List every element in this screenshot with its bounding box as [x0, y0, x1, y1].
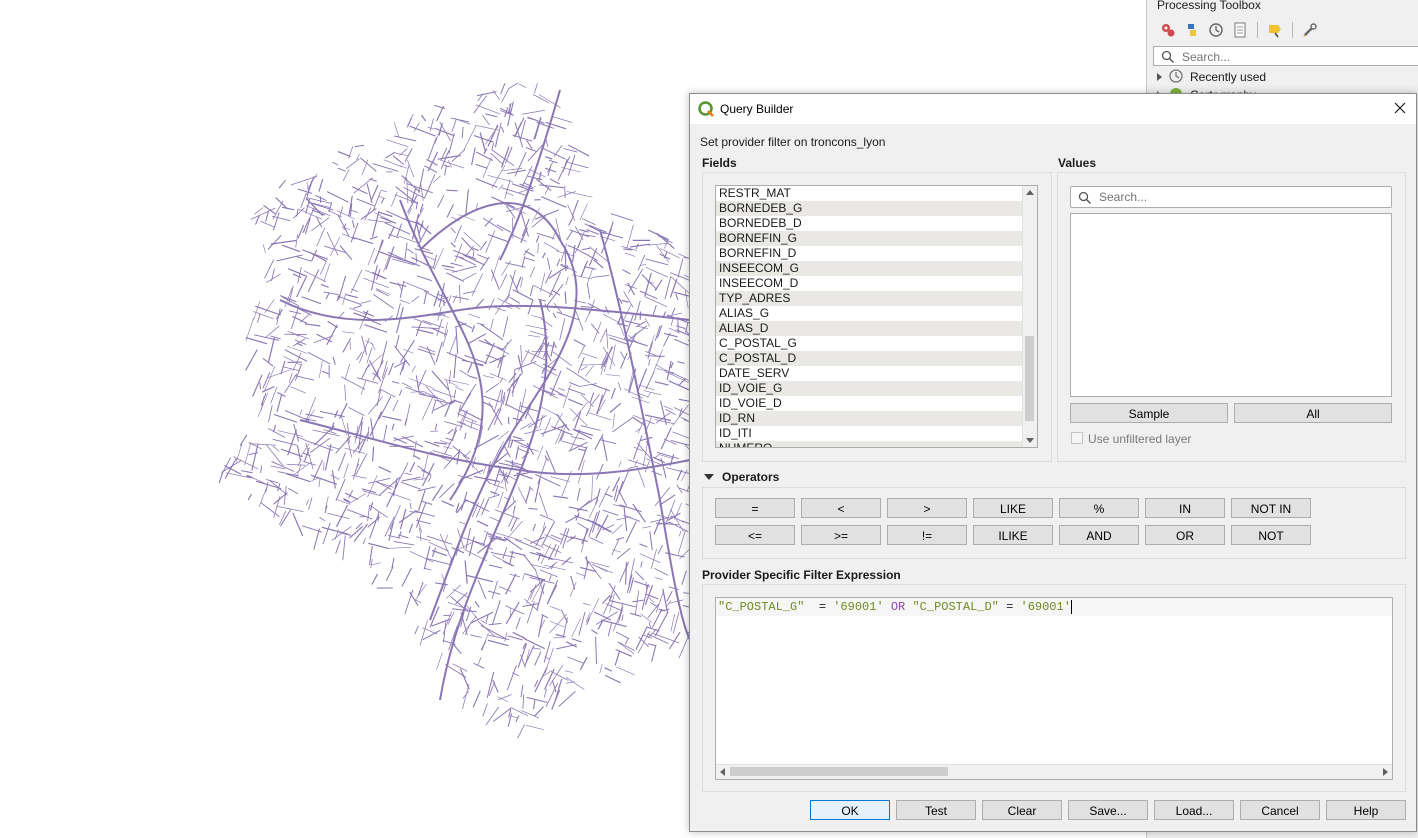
- field-list-item[interactable]: BORNEFIN_G: [716, 231, 1037, 246]
- toolbox-toolbar: [1159, 20, 1319, 40]
- load-button[interactable]: Load...: [1154, 800, 1234, 820]
- field-token: "C_POSTAL_D": [912, 600, 999, 614]
- use-unfiltered-label: Use unfiltered layer: [1088, 432, 1192, 446]
- use-unfiltered-checkbox[interactable]: [1071, 432, 1083, 444]
- operator-not-equal-button[interactable]: !=: [887, 525, 967, 545]
- clear-button[interactable]: Clear: [982, 800, 1062, 820]
- field-token: "C_POSTAL_G": [718, 600, 805, 614]
- value-token: '69001': [1020, 600, 1071, 614]
- operator-like-button[interactable]: LIKE: [973, 498, 1053, 518]
- operator-ilike-button[interactable]: ILIKE: [973, 525, 1053, 545]
- fields-scrollbar[interactable]: [1022, 186, 1037, 447]
- fields-list[interactable]: RESTR_MAT BORNEDEB_G BORNEDEB_D BORNEFIN_G B…: [715, 185, 1038, 448]
- all-button[interactable]: All: [1234, 403, 1392, 423]
- field-list-item[interactable]: NUMERO: [716, 441, 1037, 447]
- field-list-item[interactable]: C_POSTAL_D: [716, 351, 1037, 366]
- cancel-button[interactable]: Cancel: [1240, 800, 1320, 820]
- scroll-up-icon[interactable]: [1026, 190, 1034, 195]
- keyword-token: OR: [883, 600, 913, 614]
- scrollbar-thumb[interactable]: [730, 767, 948, 776]
- fields-label: Fields: [702, 156, 737, 170]
- results-viewer-icon[interactable]: [1231, 21, 1249, 39]
- field-list-item[interactable]: INSEECOM_G: [716, 261, 1037, 276]
- field-list-item[interactable]: TYP_ADRES: [716, 291, 1037, 306]
- operators-header[interactable]: Operators: [704, 470, 779, 484]
- field-list-item[interactable]: BORNEDEB_G: [716, 201, 1037, 216]
- field-list-item[interactable]: ID_ITI: [716, 426, 1037, 441]
- operator-not-in-button[interactable]: NOT IN: [1231, 498, 1311, 518]
- field-list-item[interactable]: ALIAS_D: [716, 321, 1037, 336]
- expression-code: "C_POSTAL_G" = '69001' OR "C_POSTAL_D" =…: [718, 600, 1072, 614]
- scroll-right-icon[interactable]: [1383, 768, 1388, 776]
- models-icon[interactable]: [1159, 21, 1177, 39]
- operator-token: =: [998, 600, 1021, 614]
- tree-item-label: Recently used: [1190, 70, 1267, 84]
- values-search-field[interactable]: [1070, 186, 1392, 208]
- field-list-item[interactable]: ID_VOIE_D: [716, 396, 1037, 411]
- python-icon[interactable]: [1183, 21, 1201, 39]
- value-token: '69001': [833, 600, 884, 614]
- operator-less-equal-button[interactable]: <=: [715, 525, 795, 545]
- search-icon: [1078, 191, 1092, 208]
- scroll-left-icon[interactable]: [720, 768, 725, 776]
- query-builder-dialog: Query Builder Set provider filter on tro…: [689, 93, 1417, 832]
- field-list-item[interactable]: BORNEDEB_D: [716, 216, 1037, 231]
- operators-label: Operators: [722, 470, 780, 484]
- operator-greater-than-button[interactable]: >: [887, 498, 967, 518]
- close-icon[interactable]: [1392, 100, 1408, 116]
- field-list-item[interactable]: ID_RN: [716, 411, 1037, 426]
- help-button[interactable]: Help: [1326, 800, 1406, 820]
- operator-percent-button[interactable]: %: [1059, 498, 1139, 518]
- operator-in-button[interactable]: IN: [1145, 498, 1225, 518]
- toolbar-separator: [1257, 22, 1258, 38]
- tree-item-recently-used[interactable]: Recently used: [1157, 68, 1266, 86]
- operator-less-than-button[interactable]: <: [801, 498, 881, 518]
- operator-token: =: [804, 600, 834, 614]
- scroll-down-icon[interactable]: [1026, 438, 1034, 443]
- history-icon[interactable]: [1207, 21, 1225, 39]
- operator-equals-button[interactable]: =: [715, 498, 795, 518]
- toolbox-search-field[interactable]: [1153, 46, 1418, 66]
- dialog-title: Query Builder: [720, 102, 794, 116]
- values-label: Values: [1058, 156, 1097, 170]
- field-list-item[interactable]: ALIAS_G: [716, 306, 1037, 321]
- expression-hscrollbar[interactable]: [716, 764, 1392, 779]
- field-list-item[interactable]: C_POSTAL_G: [716, 336, 1037, 351]
- road-lines: [218, 82, 710, 739]
- expression-label: Provider Specific Filter Expression: [702, 568, 901, 582]
- values-search-input[interactable]: [1097, 189, 1381, 205]
- dialog-titlebar[interactable]: Query Builder: [690, 94, 1416, 124]
- expand-arrow-icon[interactable]: [1157, 73, 1162, 81]
- search-icon: [1161, 50, 1175, 67]
- field-list-item[interactable]: INSEECOM_D: [716, 276, 1037, 291]
- values-list[interactable]: [1070, 213, 1392, 397]
- collapse-arrow-icon[interactable]: [704, 474, 714, 480]
- operator-greater-equal-button[interactable]: >=: [801, 525, 881, 545]
- operator-or-button[interactable]: OR: [1145, 525, 1225, 545]
- field-list-item[interactable]: RESTR_MAT: [716, 186, 1037, 201]
- save-button[interactable]: Save...: [1068, 800, 1148, 820]
- options-icon[interactable]: [1301, 21, 1319, 39]
- toolbar-separator: [1292, 22, 1293, 38]
- scrollbar-thumb[interactable]: [1025, 336, 1034, 421]
- expression-editor[interactable]: "C_POSTAL_G" = '69001' OR "C_POSTAL_D" =…: [715, 597, 1393, 780]
- text-cursor: [1070, 600, 1072, 614]
- field-list-item[interactable]: BORNEFIN_D: [716, 246, 1037, 261]
- ok-button[interactable]: OK: [810, 800, 890, 820]
- sample-button[interactable]: Sample: [1070, 403, 1228, 423]
- field-list-item[interactable]: DATE_SERV: [716, 366, 1037, 381]
- toolbox-search-input[interactable]: [1180, 49, 1414, 65]
- clock-icon: [1168, 68, 1184, 87]
- edit-features-in-place-icon[interactable]: [1266, 21, 1284, 39]
- toolbox-title: Processing Toolbox: [1157, 0, 1261, 12]
- operator-and-button[interactable]: AND: [1059, 525, 1139, 545]
- test-button[interactable]: Test: [896, 800, 976, 820]
- provider-filter-label: Set provider filter on troncons_lyon: [700, 135, 886, 149]
- field-list-item[interactable]: ID_VOIE_G: [716, 381, 1037, 396]
- operator-not-button[interactable]: NOT: [1231, 525, 1311, 545]
- qgis-logo-icon: [698, 101, 714, 120]
